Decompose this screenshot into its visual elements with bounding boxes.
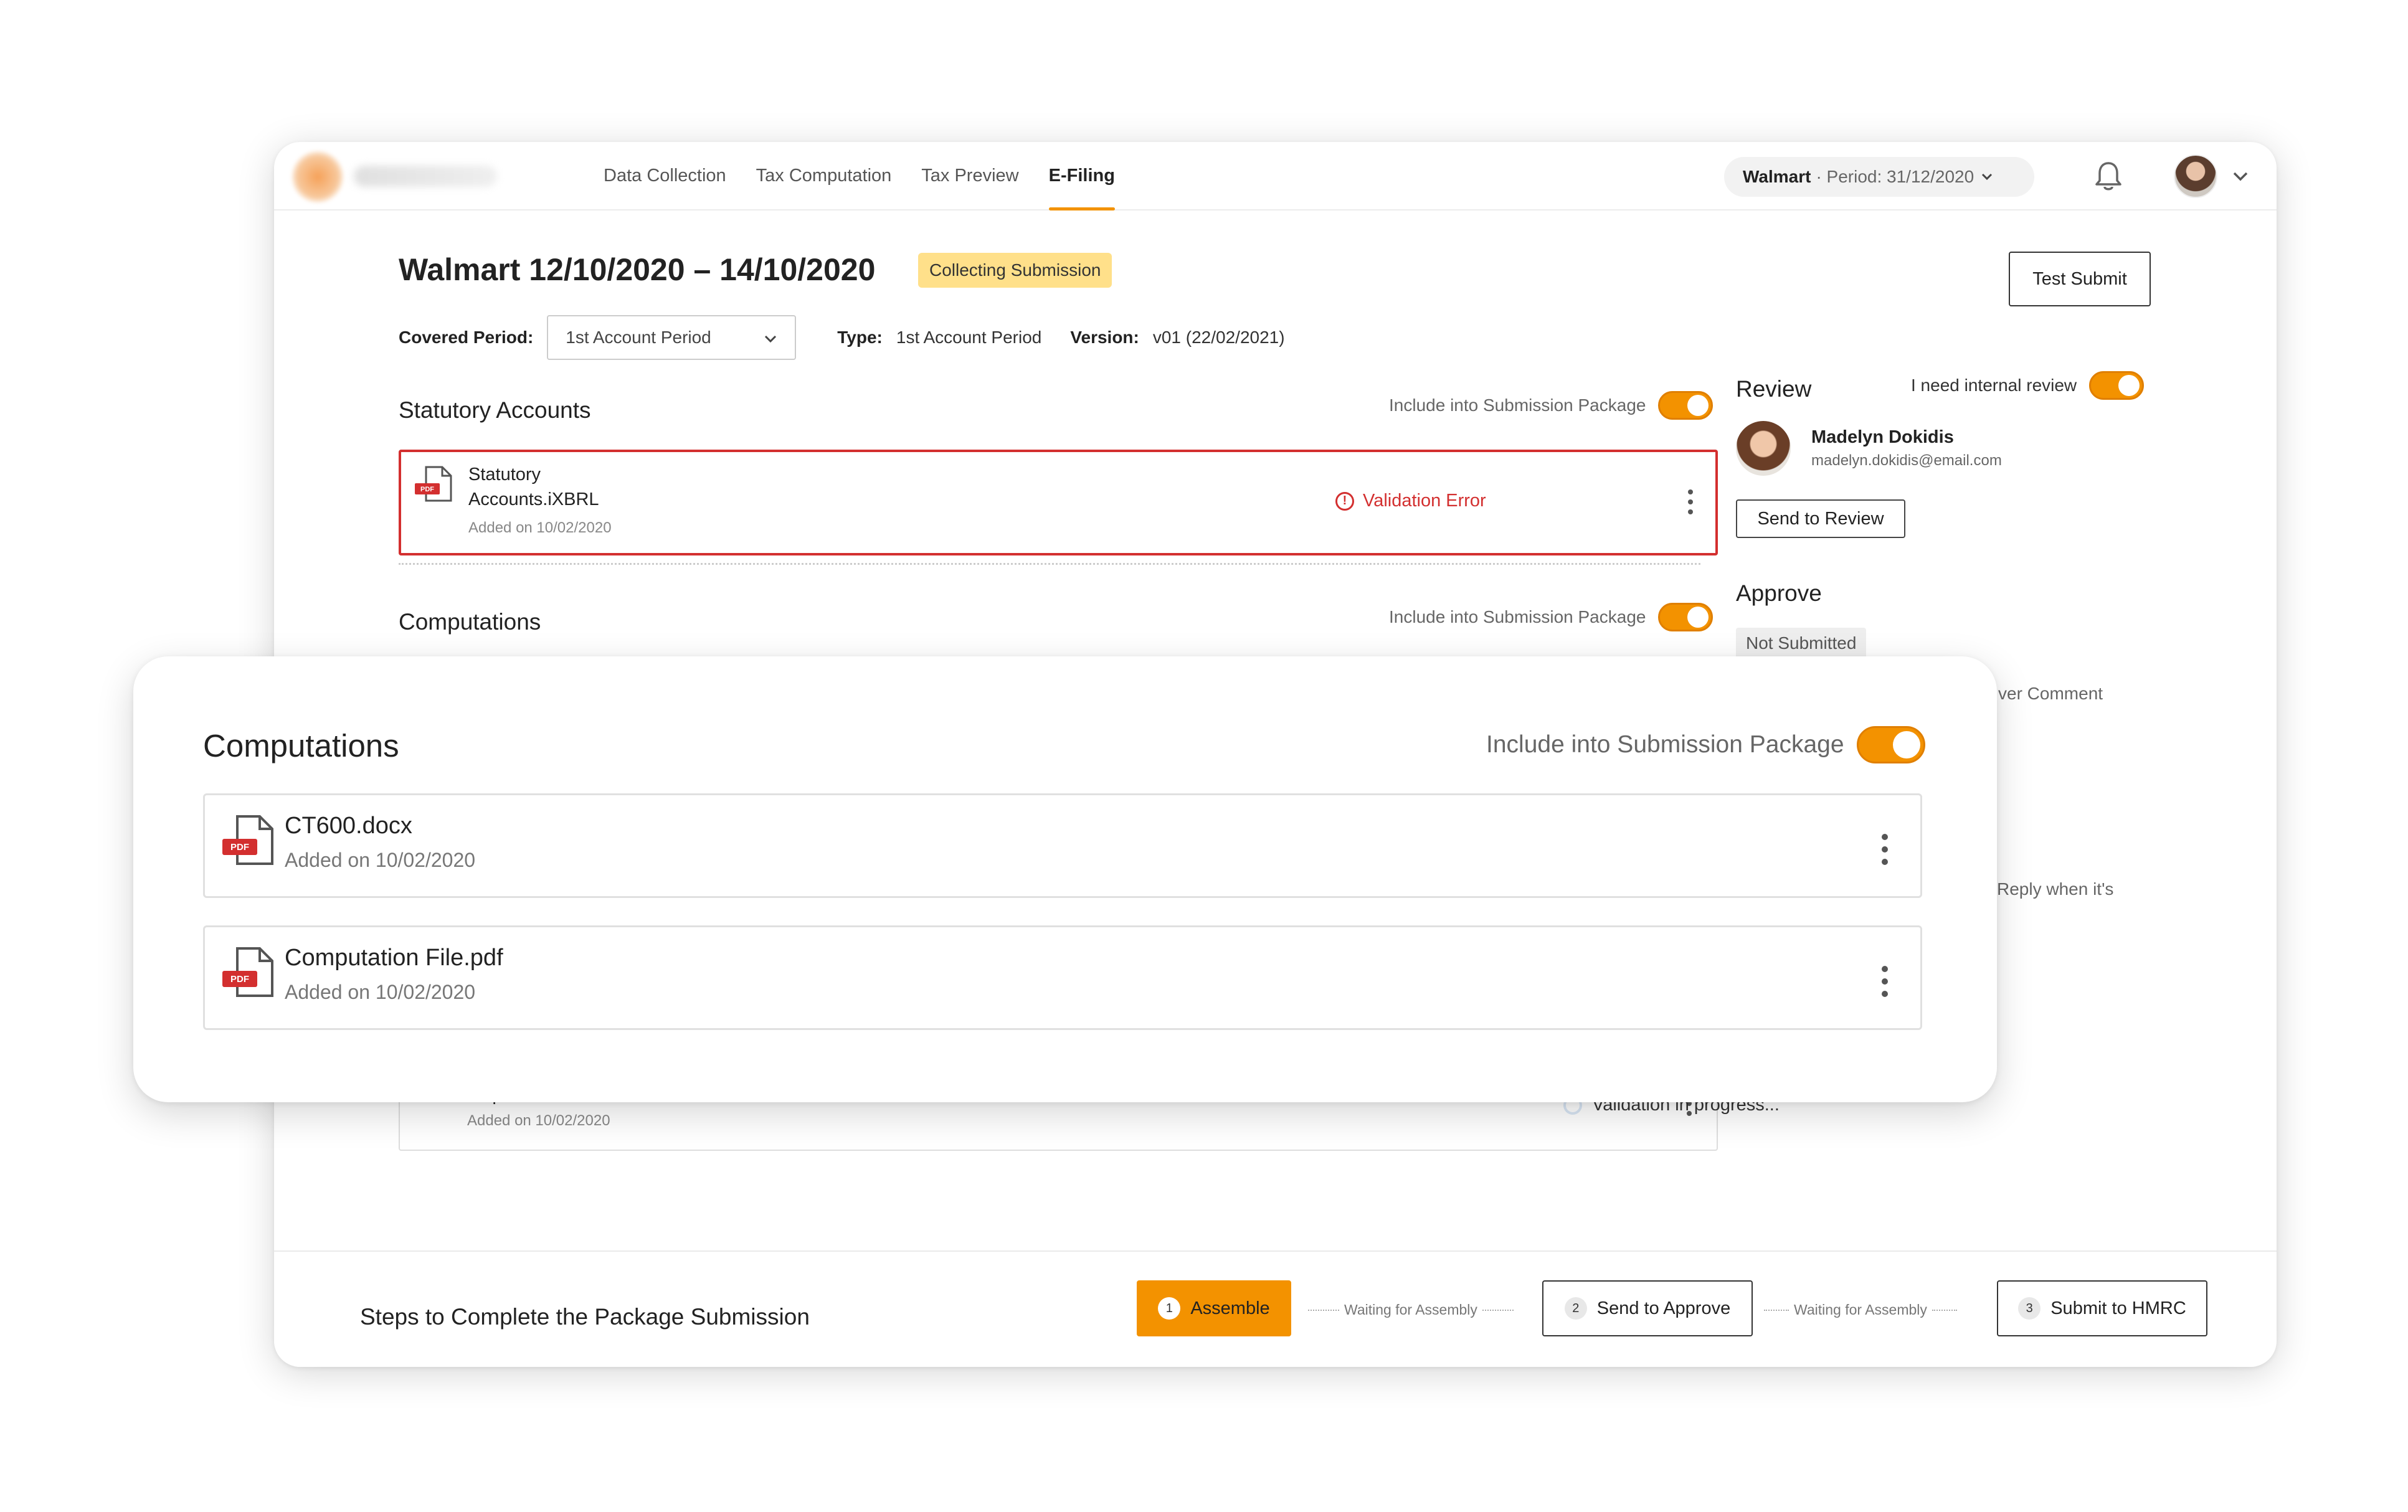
app-logo [292,151,344,203]
divider [399,563,1700,565]
computations-include-toggle[interactable] [1856,726,1925,763]
internal-review-toggle[interactable] [2089,371,2145,400]
computations-zoom-card: Computations Include into Submission Pac… [133,656,1997,1102]
file-name: CT600.docx [285,813,412,839]
more-options-icon[interactable] [1882,966,1888,997]
more-options-icon[interactable] [1688,489,1694,514]
statutory-include-row: Include into Submission Package [1389,391,1714,420]
step-label: Submit to HMRC [2050,1298,2186,1318]
pdf-file-icon: PDF [219,814,278,871]
step-number: 1 [1158,1297,1181,1320]
include-label: Include into Submission Package [1389,395,1646,415]
page-title: Walmart 12/10/2020 – 14/10/2020 [399,252,876,287]
pdf-file-icon: PDF [219,946,278,1003]
svg-text:PDF: PDF [420,486,434,493]
covered-period-value: 1st Account Period [566,328,711,347]
app-logo-text [354,166,497,187]
top-navigation-bar: Data Collection Tax Computation Tax Prev… [274,142,2277,210]
file-date: Added on 10/02/2020 [467,1112,610,1129]
version-value: v01 (22/02/2021) [1152,328,1285,347]
include-label: Include into Submission Package [1486,731,1844,758]
user-avatar[interactable] [2174,154,2217,198]
internal-review-label: I need internal review [1911,376,2077,395]
reviewer-avatar [1736,421,1791,476]
covered-period-select[interactable]: 1st Account Period [547,315,797,360]
statutory-include-toggle[interactable] [1658,391,1714,420]
computations-include-row: Include into Submission Package [1486,726,1925,763]
chevron-down-icon [1981,170,1993,184]
period-label: · Period: 31/12/2020 [1816,167,1974,186]
version-label: Version: [1070,328,1139,347]
step-connector: Waiting for Assembly [1308,1302,1514,1318]
step-number: 3 [2018,1297,2041,1320]
step-number: 2 [1564,1297,1587,1320]
waiting-label: Waiting for Assembly [1344,1302,1477,1318]
computations-title: Computations [203,728,399,763]
file-name: Computation File.pdf [285,945,503,971]
status-badge: Collecting Submission [918,253,1112,288]
step-label: Assemble [1190,1298,1270,1318]
submission-steps-footer: Steps to Complete the Package Submission… [274,1250,2277,1367]
bell-icon[interactable] [2093,159,2124,193]
pdf-file-icon: PDF [412,465,456,508]
meta-row: Covered Period: 1st Account Period Type:… [399,315,1285,360]
step-submit-to-hmrc-button[interactable]: 3 Submit to HMRC [1997,1280,2207,1336]
svg-text:PDF: PDF [230,842,249,853]
review-title: Review [1736,376,1812,402]
chevron-down-icon [764,328,777,347]
approver-comment-label: ver Comment [1998,684,2103,703]
tab-e-filing[interactable]: E-Filing [1034,142,1130,210]
file-date: Added on 10/02/2020 [285,981,476,1003]
reviewer-name: Madelyn Dokidis [1811,427,1954,447]
covered-period-label: Covered Period: [399,328,534,347]
company-name: Walmart [1743,167,1811,186]
alert-circle-icon: ! [1335,491,1354,511]
step-assemble-button[interactable]: 1 Assemble [1137,1280,1291,1336]
type-value: 1st Account Period [896,328,1042,347]
validation-error: ! Validation Error [1335,491,1486,511]
chevron-down-icon[interactable] [2230,166,2251,187]
computations-title: Computations [399,609,541,635]
reply-hint-text: Reply when it's [1997,879,2114,899]
file-name: Accounts.iXBRL [468,489,599,509]
statutory-file-card[interactable]: PDF Statutory Accounts.iXBRL Added on 10… [399,450,1718,555]
include-label: Include into Submission Package [1389,607,1646,626]
steps-title: Steps to Complete the Package Submission [360,1304,810,1330]
step-label: Send to Approve [1596,1298,1731,1318]
step-connector: Waiting for Assembly [1764,1302,1957,1318]
file-card-computation[interactable]: PDF Computation File.pdf Added on 10/02/… [203,925,1922,1030]
statutory-accounts-title: Statutory Accounts [399,397,591,423]
computations-include-toggle[interactable] [1658,603,1714,631]
more-options-icon[interactable] [1882,834,1888,865]
tab-tax-computation[interactable]: Tax Computation [741,142,907,210]
main-nav: Data Collection Tax Computation Tax Prev… [589,142,1130,210]
file-date: Added on 10/02/2020 [468,519,612,536]
approve-status-badge: Not Submitted [1736,628,1867,659]
file-card-ct600[interactable]: PDF CT600.docx Added on 10/02/2020 [203,793,1922,898]
reviewer-email: madelyn.dokidis@email.com [1811,452,2002,469]
approve-title: Approve [1736,580,1822,606]
send-to-review-button[interactable]: Send to Review [1736,499,1905,538]
tab-tax-preview[interactable]: Tax Preview [906,142,1033,210]
file-date: Added on 10/02/2020 [285,849,476,871]
company-period-selector[interactable]: Walmart · Period: 31/12/2020 [1724,157,2034,197]
step-send-to-approve-button[interactable]: 2 Send to Approve [1542,1280,1753,1336]
computations-include-row: Include into Submission Package [1389,603,1714,631]
internal-review-row: I need internal review [1911,371,2145,400]
waiting-label: Waiting for Assembly [1794,1302,1927,1318]
svg-text:PDF: PDF [230,974,249,985]
test-submit-button[interactable]: Test Submit [2009,252,2151,306]
tab-data-collection[interactable]: Data Collection [589,142,741,210]
file-name: Statutory [468,465,541,484]
type-label: Type: [837,328,883,347]
validation-error-text: Validation Error [1363,491,1486,511]
